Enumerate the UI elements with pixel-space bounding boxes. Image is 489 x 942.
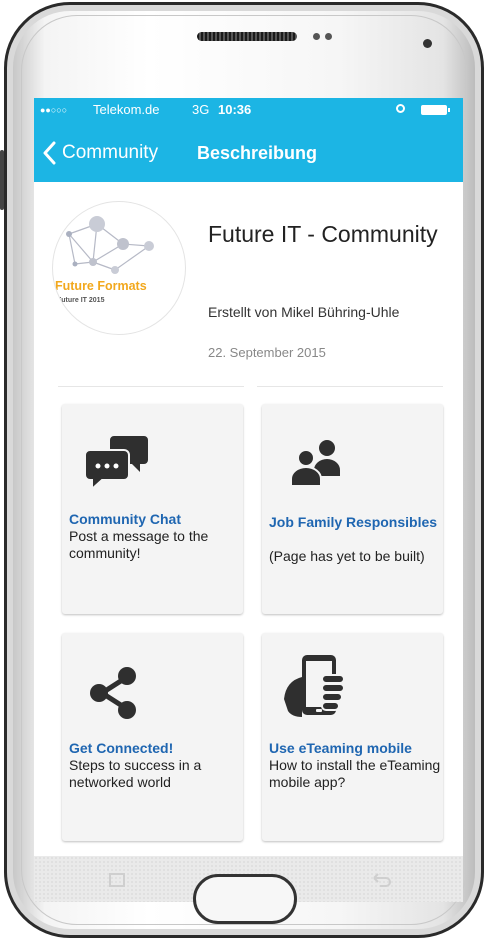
sensor-dot (325, 33, 332, 40)
tile-description: (Page has yet to be built) (269, 548, 425, 564)
status-time: 10:36 (218, 102, 252, 117)
battery-icon (421, 105, 447, 115)
logo-name: Future Formats (55, 279, 147, 293)
recent-apps-icon (109, 873, 125, 887)
tile-title: Community Chat (69, 511, 181, 527)
tile-title: Job Family Responsibles (269, 514, 438, 530)
tile-title: Get Connected! (69, 740, 174, 756)
carrier-label: Telekom.de (93, 102, 160, 117)
home-button[interactable] (193, 874, 297, 924)
front-camera (423, 39, 432, 48)
page-title: Beschreibung (197, 143, 318, 163)
navigation-bar: Community Beschreibung (34, 122, 463, 182)
tile-description: Steps to success in a networked world (69, 757, 202, 790)
section-divider (257, 386, 443, 387)
status-bar: ●●○○○ Telekom.de 3G 10:36 (34, 98, 463, 122)
back-key-icon (373, 873, 391, 887)
logo-subtitle: Future IT 2015 (57, 297, 105, 304)
app-screen: ●●○○○ Telekom.de 3G 10:36 Community Besc… (34, 98, 463, 856)
signal-icon: ●●○○○ (40, 105, 68, 115)
tile-community-chat[interactable]: Community Chat Post a message to the com… (62, 404, 243, 614)
author-line: Erstellt von Mikel Bühring-Uhle (208, 304, 400, 320)
content-area: Future Formats Future IT 2015 Future IT … (34, 182, 463, 856)
chat-bubbles-icon (84, 436, 148, 492)
sensor-dot (313, 33, 320, 40)
section-divider (58, 386, 244, 387)
tile-title: Use eTeaming mobile (269, 740, 412, 756)
back-label: Community (62, 142, 159, 163)
people-icon (290, 440, 340, 487)
phone-in-hand-icon (284, 655, 345, 717)
created-date: 22. September 2015 (208, 345, 326, 360)
rotation-lock-icon (396, 104, 405, 113)
back-button[interactable]: Community (42, 140, 192, 166)
community-title: Future IT - Community (208, 221, 438, 247)
share-icon (90, 667, 136, 719)
network-graphic (66, 216, 154, 274)
chevron-left-icon (43, 141, 56, 165)
tile-description: How to install the eTeaming mobile app? (269, 757, 441, 790)
network-label: 3G (192, 102, 210, 117)
side-button (0, 150, 4, 210)
tile-get-connected[interactable]: Get Connected! Steps to success in a net… (62, 633, 243, 841)
battery-tip-icon (448, 108, 450, 112)
tile-job-family-responsibles[interactable]: Job Family Responsibles (Page has yet to… (262, 404, 443, 614)
speaker-grille (197, 32, 297, 41)
community-logo: Future Formats Future IT 2015 (52, 201, 186, 335)
tile-use-eteaming-mobile[interactable]: Use eTeaming mobile How to install the e… (262, 633, 443, 841)
tile-description: Post a message to the community! (69, 528, 209, 561)
